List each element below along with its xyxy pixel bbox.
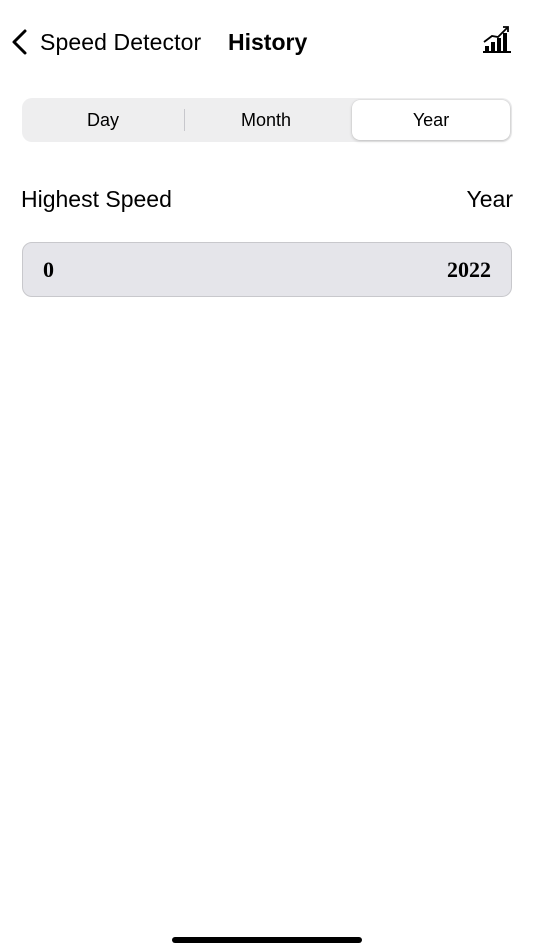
header-year: Year — [466, 186, 513, 212]
row-speed-value: 0 — [43, 257, 54, 282]
chart-button[interactable] — [480, 24, 514, 58]
chevron-left-icon — [10, 27, 32, 57]
segment-month[interactable]: Month — [187, 100, 345, 140]
segment-day-label: Day — [86, 109, 119, 130]
back-button-label: Speed Detector — [40, 28, 202, 55]
navigation-bar: Speed Detector History — [0, 0, 534, 82]
home-indicator[interactable] — [172, 937, 362, 943]
segment-day[interactable]: Day — [24, 100, 182, 140]
segment-divider — [184, 109, 185, 131]
back-button[interactable]: Speed Detector — [10, 22, 201, 62]
bar-chart-icon — [482, 24, 512, 59]
segment-month-label: Month — [240, 109, 292, 130]
table-header: Highest Speed Year — [21, 182, 513, 216]
segment-year[interactable]: Year — [352, 100, 510, 140]
segment-year-label: Year — [412, 109, 450, 130]
page-title: History — [228, 29, 308, 55]
header-highest-speed: Highest Speed — [21, 186, 172, 212]
table-row[interactable]: 0 2022 — [22, 242, 512, 297]
row-year-value: 2022 — [447, 257, 491, 282]
period-segmented-control: Day Month Year — [22, 98, 512, 142]
